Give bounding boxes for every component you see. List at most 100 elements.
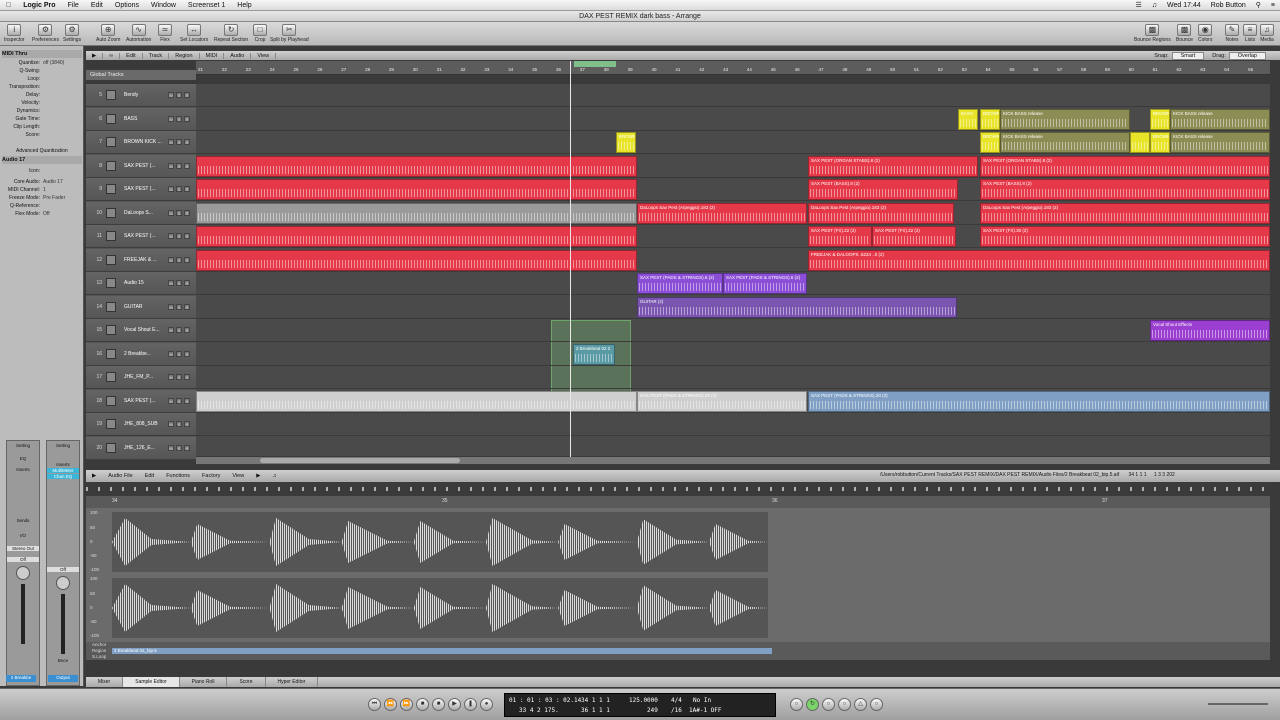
record-enable-button[interactable]: R bbox=[184, 374, 190, 380]
region-sax8c[interactable]: SAX PEST (ORGAN STABS).8 (2) bbox=[980, 155, 1270, 177]
arrange-menu-edit[interactable]: Edit bbox=[120, 52, 143, 59]
notes-button[interactable]: ✎ Notes bbox=[1225, 24, 1239, 43]
tab-sample-editor[interactable]: Sample Editor bbox=[123, 677, 180, 687]
clip-length-row[interactable]: Clip Length: bbox=[0, 123, 84, 131]
track-instrument-icon[interactable] bbox=[106, 372, 116, 382]
region-brown4[interactable]: BROWN bbox=[980, 132, 1000, 153]
split-by-playhead-button[interactable]: ✂ Split by Playhead bbox=[270, 24, 309, 43]
track-name[interactable]: Bendy bbox=[124, 92, 138, 98]
se-tool-icon[interactable]: ▶ bbox=[86, 473, 102, 479]
crop-button[interactable]: □ Crop bbox=[253, 24, 267, 43]
track-lane[interactable] bbox=[196, 319, 1270, 342]
arrange-menu-region[interactable]: Region bbox=[169, 52, 200, 59]
waveform-right-channel[interactable] bbox=[112, 578, 768, 638]
mute-button[interactable]: M bbox=[168, 139, 174, 145]
mute-button[interactable]: M bbox=[168, 444, 174, 451]
apple-icon[interactable]:  bbox=[0, 2, 17, 9]
mute-button[interactable]: M bbox=[168, 280, 174, 286]
settings-button[interactable]: ⚙ Settings bbox=[63, 24, 81, 43]
transposition-row[interactable]: Transposition: bbox=[0, 83, 84, 91]
automation-mode[interactable]: Off bbox=[7, 557, 39, 562]
colors-button[interactable]: ◉ Colors bbox=[1198, 24, 1212, 43]
track-name[interactable]: SAX PEST (... bbox=[124, 186, 156, 192]
track-header[interactable]: 20 JHE_126_E... M S R bbox=[86, 436, 196, 460]
arrange-lanes[interactable]: BASS BROWN KICK BASS release BROWN KICK BASS… bbox=[196, 84, 1270, 456]
replace-icon[interactable]: ○ bbox=[790, 698, 803, 711]
track-name[interactable]: 2 Breakbe... bbox=[124, 351, 151, 357]
region-b5[interactable] bbox=[1130, 132, 1150, 153]
loop-row[interactable]: Loop: bbox=[0, 75, 84, 83]
solo-button[interactable]: S bbox=[176, 233, 182, 239]
region-pads13a[interactable]: SAX PEST (PADS & STRINGS).6 (2) bbox=[637, 273, 723, 294]
arrange-menu-midi[interactable]: MIDI bbox=[200, 52, 225, 59]
snap-selector[interactable]: Smart bbox=[1171, 51, 1205, 60]
sample-waveform-view[interactable]: 100 50 0 -50 -100 100 50 0 -50 -100 bbox=[86, 508, 1270, 642]
track-name[interactable]: BROWN KICK ... bbox=[124, 139, 162, 145]
track-instrument-icon[interactable] bbox=[106, 278, 116, 288]
record-enable-button[interactable]: R bbox=[184, 303, 190, 310]
track-header[interactable]: 7 BROWN KICK ... M S R bbox=[86, 131, 196, 154]
insert-multimeter[interactable]: MultiMeter bbox=[47, 468, 79, 473]
track-name[interactable]: SAX PEST (... bbox=[124, 233, 156, 239]
mute-button[interactable]: M bbox=[168, 115, 174, 122]
track-lane[interactable] bbox=[196, 413, 1270, 436]
tab-piano-roll[interactable]: Piano Roll bbox=[180, 677, 228, 687]
se-menu-edit[interactable]: Edit bbox=[139, 473, 160, 479]
menu-window[interactable]: Window bbox=[145, 2, 182, 9]
track-header[interactable]: 14 GUITAR M S R bbox=[86, 295, 196, 319]
metronome-icon[interactable]: △ bbox=[854, 698, 867, 711]
region-sax8b[interactable]: SAX PEST (ORGAN STABS).8 (2) bbox=[808, 155, 978, 177]
tab-score[interactable]: Score bbox=[227, 677, 266, 687]
waveform-left-channel[interactable] bbox=[112, 512, 768, 572]
solo-button[interactable]: S bbox=[176, 186, 182, 192]
record-enable-button[interactable]: R bbox=[184, 233, 190, 239]
horizontal-scrollbar[interactable] bbox=[196, 457, 1270, 464]
eq-button[interactable]: EQ bbox=[7, 456, 39, 461]
bounce-regions-button[interactable]: ▩ Bounce Regions bbox=[1134, 24, 1171, 43]
mute-button[interactable]: M bbox=[168, 397, 174, 404]
solo-button[interactable]: S bbox=[176, 397, 182, 404]
track-header[interactable]: 8 SAX PEST (... M S R bbox=[86, 154, 196, 178]
track-name[interactable]: DaLoops S... bbox=[124, 210, 153, 216]
track-header[interactable]: 17 JHE_FM_P... M S R bbox=[86, 366, 196, 389]
region-sax11b[interactable]: SAX PEST (FX).22 (2) bbox=[808, 226, 872, 247]
user-name[interactable]: Rob Button bbox=[1206, 2, 1251, 9]
track-header[interactable]: 13 Audio 15 M S R bbox=[86, 272, 196, 295]
output-selector[interactable]: Stereo Out bbox=[7, 546, 39, 551]
preferences-button[interactable]: ⚙ Preferences bbox=[32, 24, 59, 43]
track-header[interactable]: 19 JHE_808_SUB M S R bbox=[86, 413, 196, 436]
rewind-icon[interactable]: ⏪ bbox=[384, 698, 397, 711]
track-instrument-icon[interactable] bbox=[106, 325, 116, 335]
track-lane[interactable] bbox=[196, 343, 1270, 366]
transport-lcd[interactable]: 01 : 01 : 03 : 02.14 33 4 2 175. 34 1 1 … bbox=[504, 693, 776, 717]
track-name[interactable]: GUITAR bbox=[124, 304, 143, 310]
mute-button[interactable]: M bbox=[168, 421, 174, 427]
region-vox15[interactable]: Vocal Shout Effects bbox=[1150, 320, 1270, 341]
track-header[interactable]: 6 BASS M S R bbox=[86, 107, 196, 131]
setting-button[interactable]: Setting bbox=[7, 443, 39, 448]
menu-edit[interactable]: Edit bbox=[85, 2, 109, 9]
se-speaker-icon[interactable]: ♫ bbox=[266, 473, 282, 479]
record-enable-button[interactable]: R bbox=[184, 115, 190, 122]
region-dal10b[interactable]: DaLoops Sax Pest (Arpeggio).183 (2) bbox=[637, 202, 807, 224]
solo-button[interactable]: S bbox=[176, 209, 182, 216]
track-lane[interactable] bbox=[196, 84, 1270, 107]
solo-button[interactable]: S bbox=[176, 92, 182, 98]
track-instrument-icon[interactable] bbox=[106, 231, 116, 241]
audio-17-header[interactable]: Audio 17 bbox=[2, 156, 82, 164]
record-enable-button[interactable]: R bbox=[184, 397, 190, 404]
delay-row[interactable]: Delay: bbox=[0, 91, 84, 99]
menu-file[interactable]: File bbox=[62, 2, 85, 9]
menu-screenset[interactable]: Screenset 1 bbox=[182, 2, 231, 9]
region-dal10c[interactable]: DaLoops Sax Pest (Arpeggio).183 (2) bbox=[808, 202, 954, 224]
track-name[interactable]: Audio 15 bbox=[124, 280, 144, 286]
track-instrument-icon[interactable] bbox=[106, 395, 116, 406]
track-instrument-icon[interactable] bbox=[106, 160, 116, 171]
se-menu-audio-file[interactable]: Audio File bbox=[102, 473, 138, 479]
track-instrument-icon[interactable] bbox=[106, 90, 116, 100]
region-bb16[interactable]: 2 Breakbeat 02 2 bbox=[573, 343, 615, 365]
volume-icon[interactable]: ♫ bbox=[1147, 2, 1162, 9]
track-name[interactable]: FREEJAK & ... bbox=[124, 257, 157, 263]
mute-button[interactable]: M bbox=[168, 186, 174, 192]
region-brown3[interactable]: BROWN bbox=[616, 132, 636, 153]
